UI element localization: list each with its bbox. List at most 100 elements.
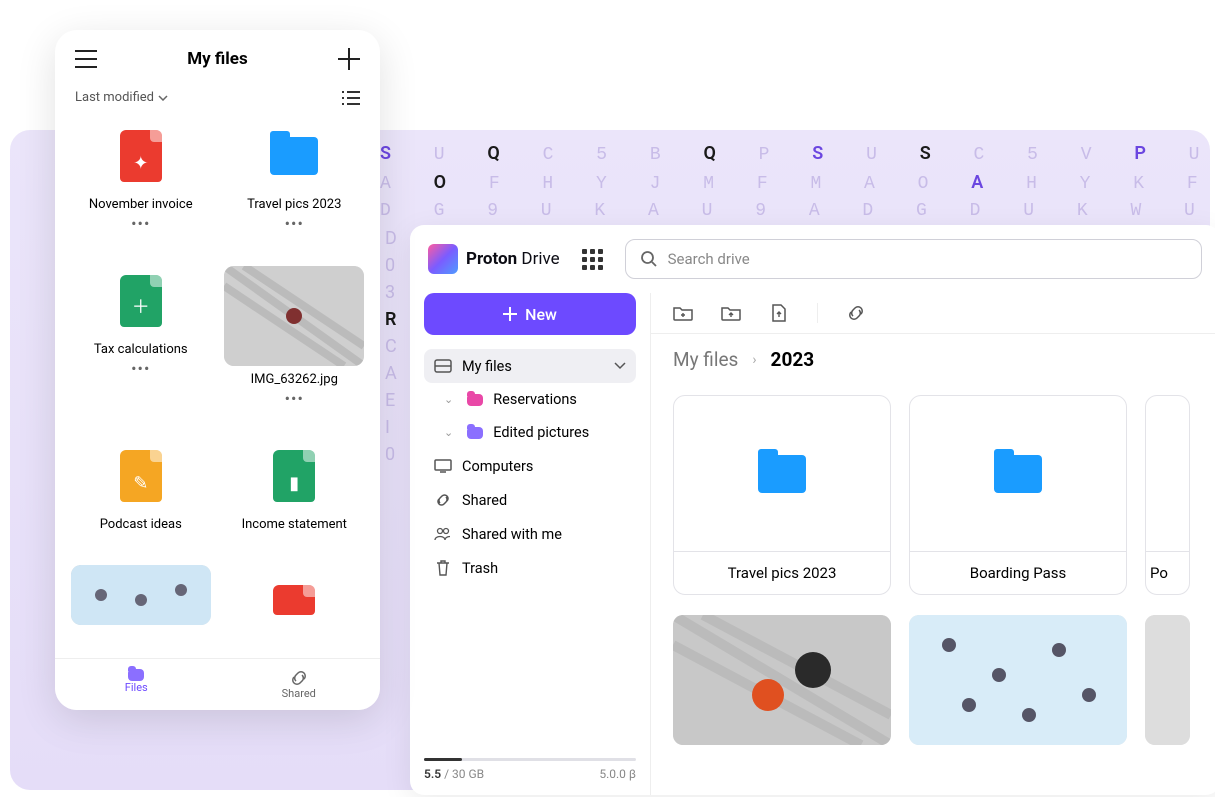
sidebar-item-shared-with-me[interactable]: Shared with me bbox=[424, 517, 636, 551]
file-item[interactable]: ＋ Tax calculations ••• bbox=[69, 266, 213, 431]
hamburger-menu-icon[interactable] bbox=[75, 50, 97, 68]
sidebar-item-label: My files bbox=[462, 358, 604, 375]
sidebar-item-edited-pictures[interactable]: ⌄ Edited pictures bbox=[424, 416, 636, 449]
search-input[interactable] bbox=[668, 250, 1187, 268]
sidebar-item-label: Trash bbox=[462, 560, 498, 577]
folder-card[interactable]: Travel pics 2023 bbox=[673, 395, 891, 595]
desktop-topbar: Proton Drive bbox=[410, 225, 1215, 293]
pdf-file-icon bbox=[273, 585, 315, 615]
file-item[interactable] bbox=[223, 565, 367, 658]
add-icon[interactable] bbox=[338, 48, 360, 70]
file-menu-icon[interactable]: ••• bbox=[131, 214, 150, 233]
new-button-label: New bbox=[525, 305, 557, 324]
file-menu-icon[interactable]: ••• bbox=[285, 389, 304, 408]
image-thumbnail[interactable] bbox=[909, 615, 1127, 745]
file-item[interactable]: Travel pics 2023 ••• bbox=[223, 121, 367, 256]
folder-name: Boarding Pass bbox=[910, 551, 1126, 594]
folder-icon bbox=[758, 455, 806, 493]
apps-grid-icon[interactable] bbox=[578, 245, 607, 274]
document-file-icon: ✎ bbox=[120, 450, 162, 502]
image-thumbnail bbox=[224, 266, 364, 366]
folder-card[interactable]: Boarding Pass bbox=[909, 395, 1127, 595]
search-icon bbox=[640, 250, 658, 268]
spreadsheet-file-icon: ▮ bbox=[273, 450, 315, 502]
tab-label: Shared bbox=[282, 687, 316, 700]
action-bar bbox=[651, 293, 1215, 334]
image-thumbnail[interactable] bbox=[1145, 615, 1190, 745]
file-name: IMG_63262.jpg bbox=[251, 372, 338, 387]
sidebar-item-label: Reservations bbox=[493, 391, 577, 408]
breadcrumb-root[interactable]: My files bbox=[673, 348, 738, 371]
breadcrumb-current: 2023 bbox=[771, 348, 815, 371]
mobile-file-grid: ✦ November invoice ••• Travel pics 2023 … bbox=[55, 121, 380, 658]
get-link-icon[interactable] bbox=[846, 303, 866, 323]
pdf-file-icon: ✦ bbox=[120, 130, 162, 182]
storage-text: 5.5 / 30 GB 5.0.0 β bbox=[424, 767, 636, 781]
image-thumbnail[interactable] bbox=[673, 615, 891, 745]
desktop-app-window: Proton Drive New My files ⌄ bbox=[410, 225, 1215, 795]
file-item[interactable]: ✎ Podcast ideas bbox=[69, 441, 213, 555]
sidebar-item-label: Edited pictures bbox=[493, 424, 589, 441]
chevron-down-icon: ⌄ bbox=[444, 393, 453, 406]
sidebar-item-shared[interactable]: Shared bbox=[424, 483, 636, 517]
computer-icon bbox=[434, 457, 452, 475]
main-content: My files › 2023 Travel pics 2023 Boardin… bbox=[650, 293, 1215, 795]
chevron-right-icon: › bbox=[752, 352, 756, 368]
tab-shared[interactable]: Shared bbox=[218, 659, 381, 710]
sort-dropdown-label: Last modified bbox=[75, 90, 154, 105]
folder-card[interactable]: Po bbox=[1145, 395, 1190, 595]
logo-text: Proton Drive bbox=[466, 249, 560, 269]
trash-icon bbox=[434, 559, 452, 577]
tab-files[interactable]: Files bbox=[55, 659, 218, 710]
folder-icon bbox=[467, 427, 483, 439]
sidebar-item-label: Shared with me bbox=[462, 526, 562, 543]
sidebar-item-reservations[interactable]: ⌄ Reservations bbox=[424, 383, 636, 416]
folder-grid: Travel pics 2023 Boarding Pass Po bbox=[651, 385, 1215, 605]
file-item[interactable]: ✦ November invoice ••• bbox=[69, 121, 213, 256]
file-name: Income statement bbox=[242, 517, 347, 532]
new-folder-icon[interactable] bbox=[673, 303, 693, 323]
breadcrumb: My files › 2023 bbox=[651, 334, 1215, 385]
chevron-down-icon bbox=[158, 95, 168, 101]
upload-folder-icon[interactable] bbox=[721, 303, 741, 323]
folder-icon bbox=[467, 394, 483, 406]
sidebar-item-computers[interactable]: Computers bbox=[424, 449, 636, 483]
app-logo[interactable]: Proton Drive bbox=[428, 244, 560, 274]
file-name: November invoice bbox=[89, 197, 193, 212]
mobile-page-title: My files bbox=[187, 49, 247, 69]
link-icon bbox=[290, 669, 308, 687]
decorative-letter-grid: S U Q C 5 B Q P S U S C 5 V P U S B P U … bbox=[380, 140, 1205, 225]
logo-icon bbox=[428, 244, 458, 274]
file-name: Podcast ideas bbox=[100, 517, 182, 532]
layout-toggle-icon[interactable] bbox=[342, 91, 360, 105]
file-menu-icon[interactable]: ••• bbox=[131, 359, 150, 378]
image-grid bbox=[651, 605, 1215, 755]
chevron-down-icon bbox=[614, 362, 626, 370]
file-item[interactable]: IMG_63262.jpg ••• bbox=[223, 266, 367, 431]
version-label: 5.0.0 β bbox=[599, 767, 636, 781]
sidebar-item-label: Computers bbox=[462, 458, 533, 475]
link-icon bbox=[434, 491, 452, 509]
plus-icon bbox=[503, 307, 517, 321]
mobile-app-window: My files Last modified ✦ November invoic… bbox=[55, 30, 380, 710]
sort-dropdown[interactable]: Last modified bbox=[75, 90, 168, 105]
drive-icon bbox=[434, 357, 452, 375]
new-button[interactable]: New bbox=[424, 293, 636, 335]
file-menu-icon[interactable]: ••• bbox=[285, 214, 304, 233]
sidebar-item-trash[interactable]: Trash bbox=[424, 551, 636, 585]
folder-icon bbox=[994, 455, 1042, 493]
folder-name: Po bbox=[1146, 551, 1189, 594]
mobile-tabbar: Files Shared bbox=[55, 658, 380, 710]
sidebar-item-label: Shared bbox=[462, 492, 507, 509]
file-item[interactable]: ▮ Income statement bbox=[223, 441, 367, 555]
spreadsheet-file-icon: ＋ bbox=[120, 275, 162, 327]
sidebar-item-my-files[interactable]: My files bbox=[424, 349, 636, 383]
decorative-left-letters: D03RCAEI0 bbox=[385, 225, 397, 468]
tab-label: Files bbox=[125, 681, 148, 694]
upload-file-icon[interactable] bbox=[769, 303, 789, 323]
people-icon bbox=[434, 525, 452, 543]
storage-bar bbox=[424, 758, 636, 761]
search-box[interactable] bbox=[625, 239, 1202, 279]
file-item[interactable] bbox=[69, 565, 213, 658]
folder-icon bbox=[270, 137, 318, 175]
